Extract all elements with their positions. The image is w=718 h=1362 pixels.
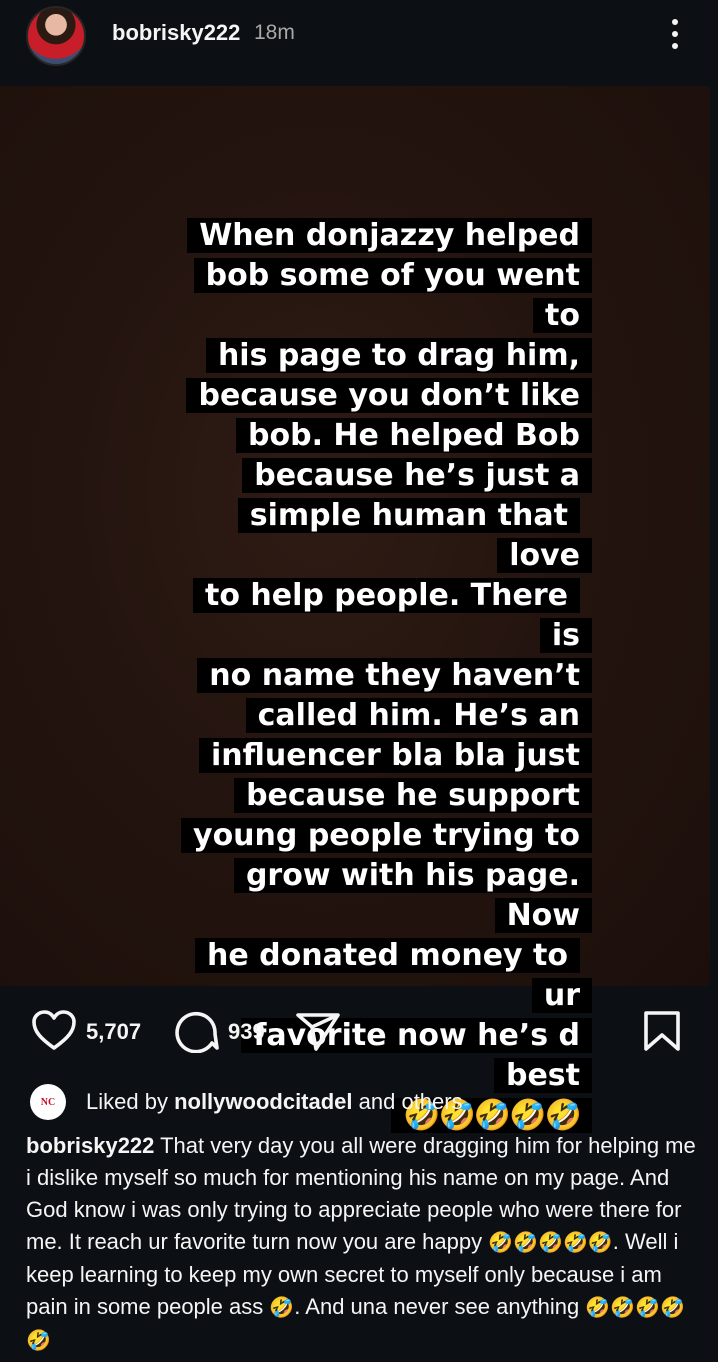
post-header: bobrisky222 18m bbox=[0, 0, 718, 86]
post-timestamp: 18m bbox=[254, 21, 295, 44]
liked-by-text: Liked by nollywoodcitadel and others bbox=[86, 1089, 463, 1114]
story-line: bob. He helped Bob bbox=[236, 418, 592, 453]
comment-button[interactable]: 939 bbox=[172, 1000, 265, 1064]
story-line: because you don’t like bbox=[186, 378, 592, 413]
profile-avatar[interactable] bbox=[26, 6, 86, 66]
heart-icon bbox=[30, 1008, 78, 1057]
caption-text: . And una never see anything bbox=[294, 1294, 586, 1319]
like-button[interactable]: 5,707 bbox=[30, 1000, 141, 1064]
caption-username[interactable]: bobrisky222 bbox=[26, 1133, 154, 1158]
scrollbar-track bbox=[710, 86, 718, 986]
more-options-icon[interactable] bbox=[660, 14, 690, 54]
story-line: young people trying to bbox=[181, 818, 592, 853]
story-line: because he’s just a bbox=[242, 458, 592, 493]
story-line: his page to drag him, bbox=[205, 338, 592, 373]
liker-avatar[interactable]: NC bbox=[30, 1084, 66, 1120]
comment-count[interactable]: 939 bbox=[228, 1019, 265, 1045]
story-line: When donjazzy helped bbox=[187, 218, 592, 253]
share-button[interactable] bbox=[294, 1000, 342, 1064]
caption-emoji: 🤣 bbox=[269, 1297, 295, 1319]
story-line: to help people. There is bbox=[193, 578, 592, 653]
like-count[interactable]: 5,707 bbox=[86, 1019, 141, 1045]
story-line: simple human that love bbox=[237, 498, 592, 573]
action-bar: 5,707 939 bbox=[0, 1000, 718, 1064]
save-button[interactable] bbox=[640, 1000, 684, 1064]
story-line: influencer bla bla just bbox=[198, 738, 592, 773]
liked-by-row[interactable]: NC Liked by nollywoodcitadel and others bbox=[30, 1082, 463, 1122]
caption-emoji: 🤣🤣🤣🤣🤣 bbox=[488, 1232, 613, 1254]
story-line: because he support bbox=[234, 778, 592, 813]
story-line: bob some of you went to bbox=[193, 258, 592, 333]
story-line: grow with his page. Now bbox=[233, 858, 592, 933]
comment-icon bbox=[172, 1007, 220, 1058]
story-line: no name they haven’t bbox=[197, 658, 592, 693]
story-text-overlay: When donjazzy helped bob some of you wen… bbox=[172, 216, 592, 1136]
post-username[interactable]: bobrisky222 bbox=[112, 20, 240, 46]
post-caption: bobrisky222 That very day you all were d… bbox=[26, 1130, 698, 1357]
share-icon bbox=[294, 1007, 342, 1058]
liker-username[interactable]: nollywoodcitadel bbox=[174, 1089, 352, 1114]
story-line: called him. He’s an bbox=[245, 698, 592, 733]
bookmark-icon bbox=[640, 1007, 684, 1058]
